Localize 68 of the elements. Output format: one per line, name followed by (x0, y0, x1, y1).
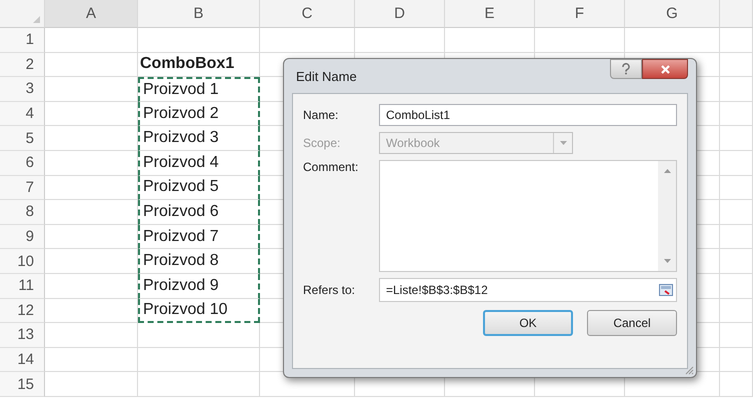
table-cell: Proizvod 6 (138, 200, 260, 225)
row-header[interactable]: 8 (0, 200, 45, 225)
table-cell: Proizvod 4 (138, 150, 260, 176)
table-cell (720, 200, 753, 225)
refers-to-field[interactable]: =Liste!$B$3:$B$12 (379, 278, 677, 302)
table-cell: Proizvod 1 (138, 77, 260, 102)
collapse-dialog-icon[interactable] (659, 284, 673, 296)
row-header[interactable]: 12 (0, 298, 45, 324)
close-button[interactable] (642, 59, 688, 79)
cancel-button[interactable]: Cancel (587, 310, 677, 336)
row-header[interactable]: 3 (0, 77, 45, 102)
table-cell (720, 372, 753, 397)
column-header[interactable]: E (445, 0, 535, 28)
row-header[interactable]: 5 (0, 126, 45, 151)
close-icon (660, 64, 670, 74)
column-header[interactable]: F (535, 0, 625, 28)
row-header[interactable]: 14 (0, 348, 45, 372)
row-header[interactable]: 11 (0, 274, 45, 299)
help-button[interactable] (610, 59, 642, 79)
table-cell (720, 298, 753, 324)
row-header[interactable]: 15 (0, 372, 45, 397)
table-cell (720, 28, 753, 53)
table-cell (720, 274, 753, 299)
table-cell: Proizvod 7 (138, 224, 260, 250)
scroll-up-icon[interactable] (664, 169, 670, 173)
table-cell: Proizvod 9 (138, 274, 260, 299)
field-label: Name: (303, 108, 340, 122)
table-cell (720, 323, 753, 348)
table-cell: Proizvod 5 (138, 176, 260, 200)
dropdown-arrow-icon (560, 141, 566, 145)
dialog-title: Edit Name (295, 68, 357, 84)
column-header[interactable]: B (138, 0, 260, 28)
table-cell: Proizvod 8 (138, 249, 260, 274)
row-header[interactable]: 9 (0, 224, 45, 250)
row-header[interactable]: 7 (0, 176, 45, 200)
column-header[interactable]: A (45, 0, 138, 28)
table-cell: Proizvod 10 (138, 298, 260, 324)
row-header[interactable]: 1 (0, 28, 45, 53)
table-cell (720, 77, 753, 102)
column-header[interactable]: D (355, 0, 445, 28)
table-cell (720, 348, 753, 372)
column-header[interactable] (720, 0, 753, 28)
ok-button[interactable]: OK (483, 310, 573, 336)
field-label: Scope: (303, 136, 342, 150)
row-header[interactable]: 13 (0, 323, 45, 348)
table-cell (720, 224, 753, 250)
table-cell (720, 102, 753, 126)
row-header[interactable]: 4 (0, 102, 45, 126)
field-label: Refers to: (303, 283, 356, 297)
scroll-down-icon[interactable] (664, 259, 670, 263)
column-header[interactable]: C (260, 0, 355, 28)
table-cell (720, 52, 753, 78)
comment-field[interactable] (379, 160, 677, 272)
table-cell (720, 150, 753, 176)
name-field[interactable]: ComboList1 (379, 104, 677, 126)
table-cell: Proizvod 3 (138, 126, 260, 151)
column-header[interactable]: G (625, 0, 720, 28)
table-cell (720, 126, 753, 151)
field-label: Comment: (303, 160, 360, 174)
row-header[interactable]: 2 (0, 52, 45, 78)
table-cell (720, 176, 753, 200)
row-header[interactable]: 10 (0, 249, 45, 274)
row-header[interactable]: 6 (0, 150, 45, 176)
help-icon (621, 63, 631, 75)
table-cell (720, 249, 753, 274)
resize-grip-icon[interactable] (685, 366, 694, 375)
table-cell: ComboBox1 (138, 52, 260, 78)
table-cell: Proizvod 2 (138, 102, 260, 126)
